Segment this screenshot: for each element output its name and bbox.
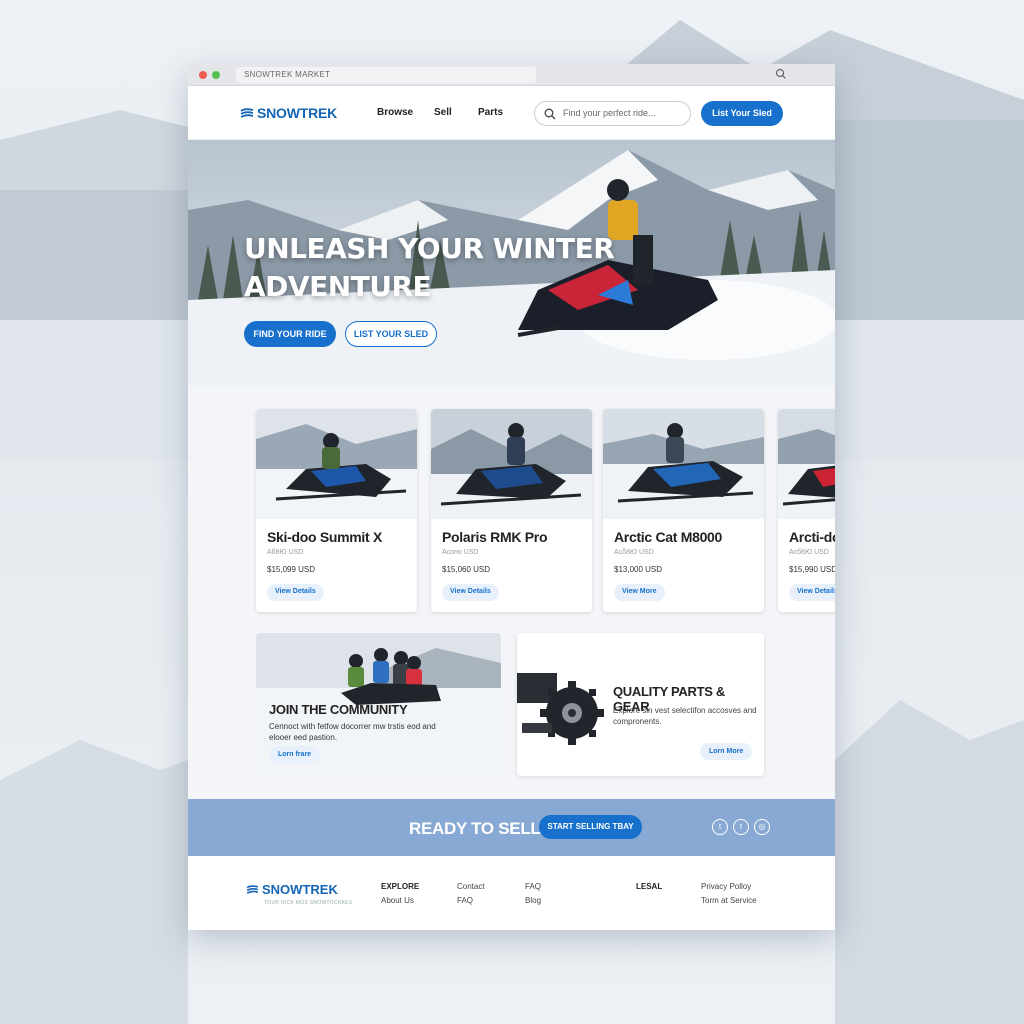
community-title: JOIN THE COMMUNITY <box>269 702 408 717</box>
close-dot-icon[interactable] <box>199 71 207 79</box>
footer-brand-logo[interactable]: SNOWTREK <box>246 882 338 897</box>
listings-section: Ski-doo Summit X Aб8Ю USD $15,099 USD Vi… <box>188 386 835 799</box>
sell-cta-band: READY TO SELL? START SELLING TBAY t t ◎ <box>188 799 835 856</box>
listing-price: $15,990 USD <box>789 565 835 574</box>
nav-browse[interactable]: Browse <box>377 107 413 118</box>
footer-about-link[interactable]: About Us <box>381 894 419 908</box>
view-details-button[interactable]: View Details <box>442 584 499 601</box>
nav-parts[interactable]: Parts <box>478 107 503 118</box>
twitter-icon[interactable]: t <box>733 819 749 835</box>
view-more-button[interactable]: View More <box>614 584 665 601</box>
footer-terms-link[interactable]: Torm at Service <box>701 894 757 908</box>
brand-logo[interactable]: SNOWTREK <box>240 105 337 121</box>
listing-image <box>603 409 764 519</box>
maximize-dot-icon[interactable] <box>212 71 220 79</box>
hero-title-line1: UNLEASH YOUR WINTER <box>244 232 615 265</box>
community-learn-button[interactable]: Lorn frare <box>269 746 321 763</box>
browser-chrome: SNOWTREK MARKET <box>188 64 835 86</box>
listing-title: Ski-doo Summit X <box>267 529 382 545</box>
top-nav: SNOWTREK Browse Sell Parts Find your per… <box>188 86 835 140</box>
hero-banner: UNLEASH YOUR WINTER ADVENTURE FIND YOUR … <box>188 140 835 386</box>
footer-column-2: Contact FAQ <box>457 880 485 908</box>
listing-subtitle: Aб8Ю USD <box>267 549 304 556</box>
listing-card[interactable]: Polaris RMK Pro Acorю USD $15,060 USD Vi… <box>431 409 592 612</box>
listing-title: Polaris RMK Pro <box>442 529 548 545</box>
footer-explore-heading: EXPLORE <box>381 882 420 891</box>
list-your-sled-hero-button[interactable]: LIST YOUR SLED <box>345 321 437 347</box>
parts-card[interactable]: QUALITY PARTS & GEAR Explore sin vest se… <box>517 633 764 776</box>
logo-icon <box>246 885 259 894</box>
parts-learn-more-button[interactable]: Lorn More <box>700 743 753 760</box>
address-bar[interactable]: SNOWTREK MARKET <box>236 67 536 83</box>
ready-to-sell-heading: READY TO SELL? <box>409 819 551 838</box>
browser-search-icon[interactable] <box>775 67 787 81</box>
search-icon <box>544 108 556 120</box>
footer-legal-heading: LESAL <box>636 882 663 891</box>
start-selling-button[interactable]: START SELLING TBAY <box>539 815 642 839</box>
search-placeholder: Find your perfect ride... <box>563 108 656 118</box>
listing-subtitle: Acorю USD <box>442 549 479 556</box>
footer-faq-link[interactable]: FAQ <box>525 880 541 894</box>
parts-description: Explore sin vest selectifon accosves and… <box>613 706 757 726</box>
twitter-icon[interactable]: t <box>712 819 728 835</box>
footer-explore-column: EXPLORE About Us <box>381 880 419 908</box>
footer-tagline: TOUR RICK MOS SNOWTOCKKES <box>264 900 353 906</box>
list-your-sled-button[interactable]: List Your Sled <box>701 101 783 126</box>
footer-faq-link[interactable]: FAQ <box>457 894 485 908</box>
listing-image <box>778 409 835 519</box>
listing-price: $15,099 USD <box>267 565 316 574</box>
gear-parts-image <box>517 673 604 745</box>
listing-image <box>256 409 417 519</box>
logo-icon <box>240 108 254 118</box>
listing-subtitle: Acб8Ю USD <box>789 549 829 556</box>
browser-window: SNOWTREK MARKET SNOWTREK Browse Sell Par… <box>188 64 835 930</box>
footer-blog-link[interactable]: Blog <box>525 894 541 908</box>
listing-title: Arctic Cat M8000 <box>614 529 723 545</box>
view-details-button[interactable]: View Details <box>267 584 324 601</box>
hero-title-line2: ADVENTURE <box>244 270 432 303</box>
find-your-ride-button[interactable]: FIND YOUR RIDE <box>244 321 336 347</box>
footer-brand-name: SNOWTREK <box>262 882 338 897</box>
nav-sell[interactable]: Sell <box>434 107 452 118</box>
listing-image <box>431 409 592 519</box>
instagram-icon[interactable]: ◎ <box>754 819 770 835</box>
listing-card[interactable]: Arcti-do Acб8Ю USD $15,990 USD View Deta… <box>778 409 835 612</box>
search-input[interactable]: Find your perfect ride... <box>534 101 691 126</box>
listing-price: $15,060 USD <box>442 565 491 574</box>
community-card[interactable]: JOIN THE COMMUNITY Cennoct with fetfow d… <box>256 633 501 776</box>
listing-price: $13,000 USD <box>614 565 663 574</box>
footer-privacy-link[interactable]: Privacy Polloy <box>701 880 757 894</box>
footer-contact-link[interactable]: Contact <box>457 880 485 894</box>
view-details-button[interactable]: View Details <box>789 584 835 601</box>
footer-column-3: FAQ Blog <box>525 880 541 908</box>
listing-title: Arcti-do <box>789 529 835 545</box>
hero-title: UNLEASH YOUR WINTER ADVENTURE <box>244 230 615 306</box>
address-text: SNOWTREK MARKET <box>244 70 331 79</box>
footer-legal-column: LESAL <box>636 880 662 894</box>
listing-subtitle: Acδ8Ю USD <box>614 549 654 556</box>
footer-legal-links: Privacy Polloy Torm at Service <box>701 880 757 908</box>
community-description: Cennoct with fetfow docorrer mw trstis e… <box>269 722 436 742</box>
listing-card[interactable]: Ski-doo Summit X Aб8Ю USD $15,099 USD Vi… <box>256 409 417 612</box>
brand-name: SNOWTREK <box>257 105 338 121</box>
listing-card[interactable]: Arctic Cat M8000 Acδ8Ю USD $13,000 USD V… <box>603 409 764 612</box>
footer: SNOWTREK TOUR RICK MOS SNOWTOCKKES EXPLO… <box>188 856 835 930</box>
